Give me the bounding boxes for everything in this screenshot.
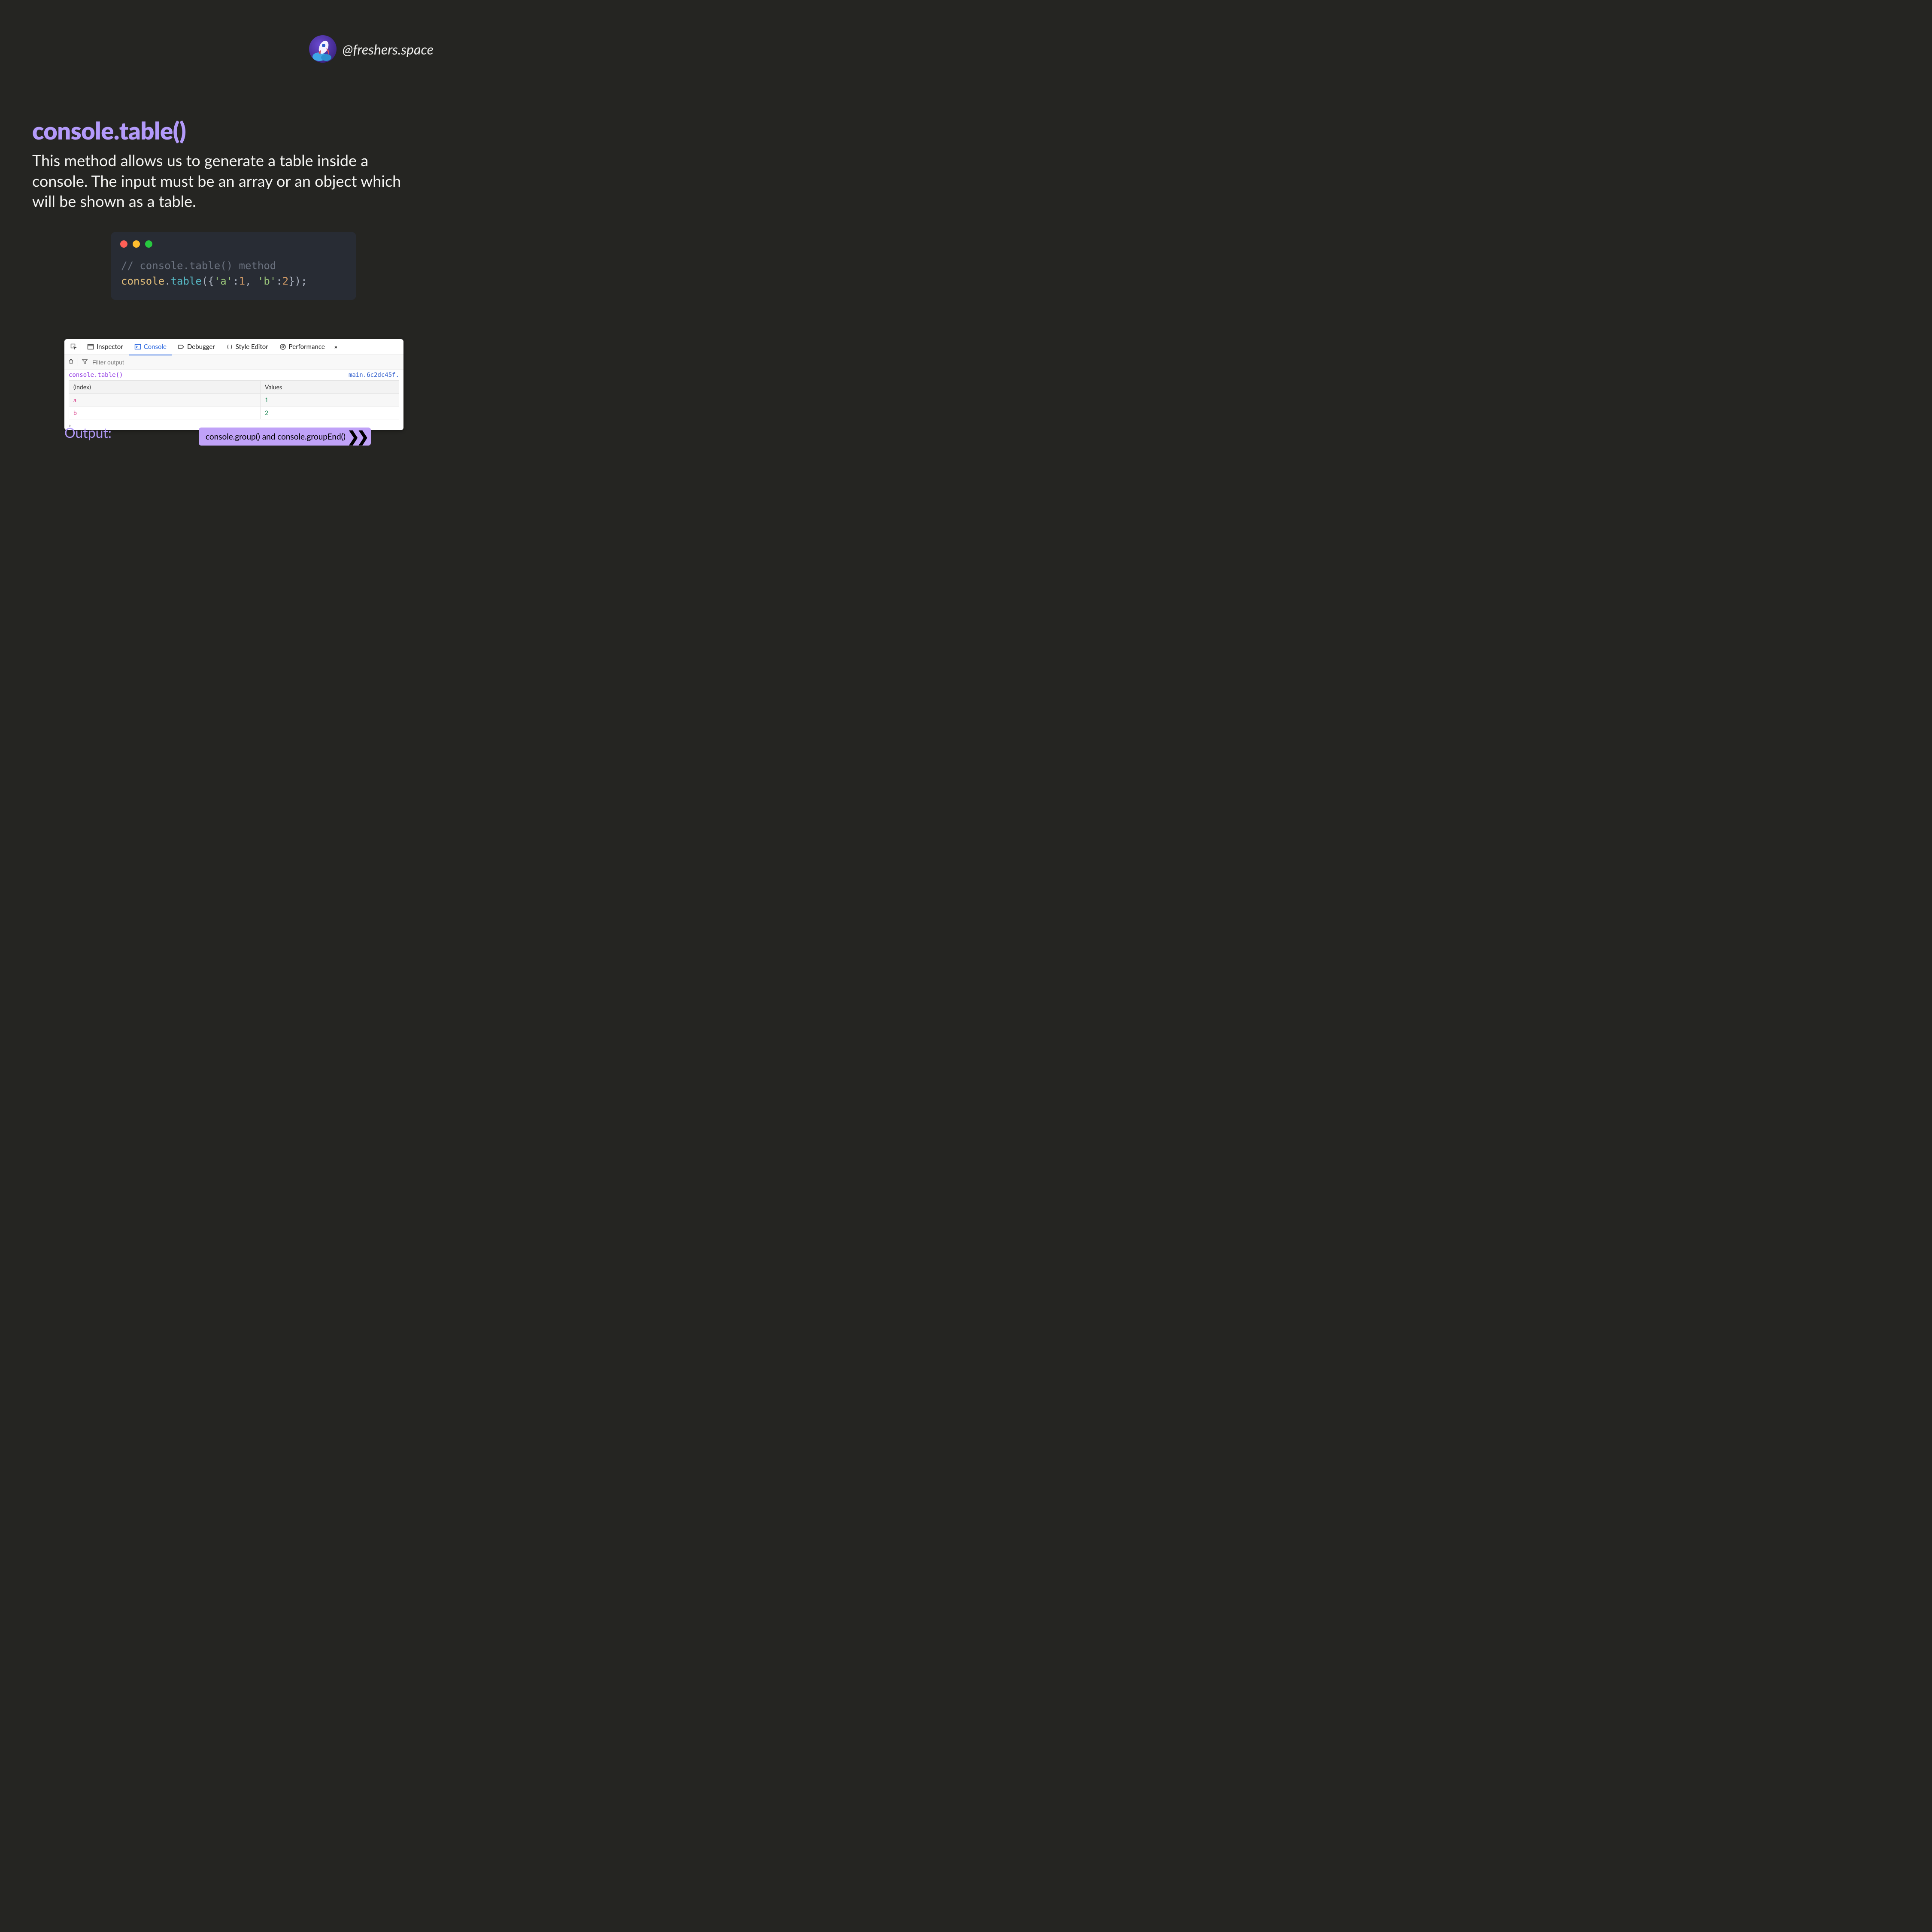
table-header-values: Values	[261, 381, 399, 394]
close-icon	[120, 240, 127, 248]
page-title: console.table()	[32, 116, 186, 145]
style-editor-icon	[226, 343, 233, 350]
tab-inspector-label: Inspector	[97, 343, 123, 351]
row-value: 1	[261, 394, 399, 406]
console-filter-bar	[64, 355, 403, 370]
console-call: console.table()	[69, 372, 123, 379]
chevron-right-icon: ❯❯	[347, 429, 367, 444]
table-row: b 2	[69, 406, 399, 419]
table-row: a 1	[69, 394, 399, 406]
avatar	[309, 35, 337, 63]
tab-performance-label: Performance	[289, 343, 325, 351]
console-table: (index) Values a 1 b 2	[69, 380, 399, 419]
pick-element-button[interactable]	[67, 339, 81, 355]
trash-icon[interactable]	[68, 358, 74, 367]
devtools-panel: Inspector Console Debugger Style Editor …	[64, 339, 403, 430]
tab-style-editor-label: Style Editor	[236, 343, 268, 351]
source-link[interactable]: main.6c2dc45f.	[349, 372, 399, 379]
window-controls	[111, 240, 356, 258]
tab-inspector[interactable]: Inspector	[82, 339, 128, 355]
debugger-icon	[178, 343, 185, 350]
funnel-icon[interactable]	[82, 358, 88, 367]
cursor-box-icon	[70, 343, 77, 350]
devtools-tabs: Inspector Console Debugger Style Editor …	[64, 339, 403, 355]
code-window: // console.table() method console.table(…	[111, 232, 356, 300]
next-topic-button[interactable]: console.group() and console.groupEnd() ❯…	[199, 428, 371, 446]
tab-console-label: Console	[144, 343, 167, 351]
tab-performance[interactable]: Performance	[274, 339, 330, 355]
maximize-icon	[145, 240, 152, 248]
next-topic-label: console.group() and console.groupEnd()	[206, 432, 346, 442]
tabs-overflow-button[interactable]: »	[331, 339, 341, 355]
row-index: b	[69, 406, 261, 419]
table-header-index: (index)	[69, 381, 261, 394]
performance-icon	[279, 343, 286, 350]
filter-input[interactable]	[91, 358, 400, 366]
output-label: Output:	[64, 424, 112, 441]
console-log-line: console.table() main.6c2dc45f.	[64, 370, 403, 380]
tab-debugger-label: Debugger	[187, 343, 215, 351]
brand: @freshers.space	[309, 35, 434, 63]
row-value: 2	[261, 406, 399, 419]
tab-console[interactable]: Console	[129, 339, 172, 355]
description: This method allows us to generate a tabl…	[32, 150, 421, 212]
inspector-icon	[87, 343, 94, 350]
code-comment: // console.table() method	[111, 258, 356, 273]
row-index: a	[69, 394, 261, 406]
brand-handle: @freshers.space	[343, 41, 434, 58]
tab-style-editor[interactable]: Style Editor	[221, 339, 273, 355]
tab-debugger[interactable]: Debugger	[173, 339, 220, 355]
code-line: console.table({'a':1, 'b':2});	[111, 273, 356, 289]
minimize-icon	[133, 240, 140, 248]
console-icon	[134, 343, 141, 350]
